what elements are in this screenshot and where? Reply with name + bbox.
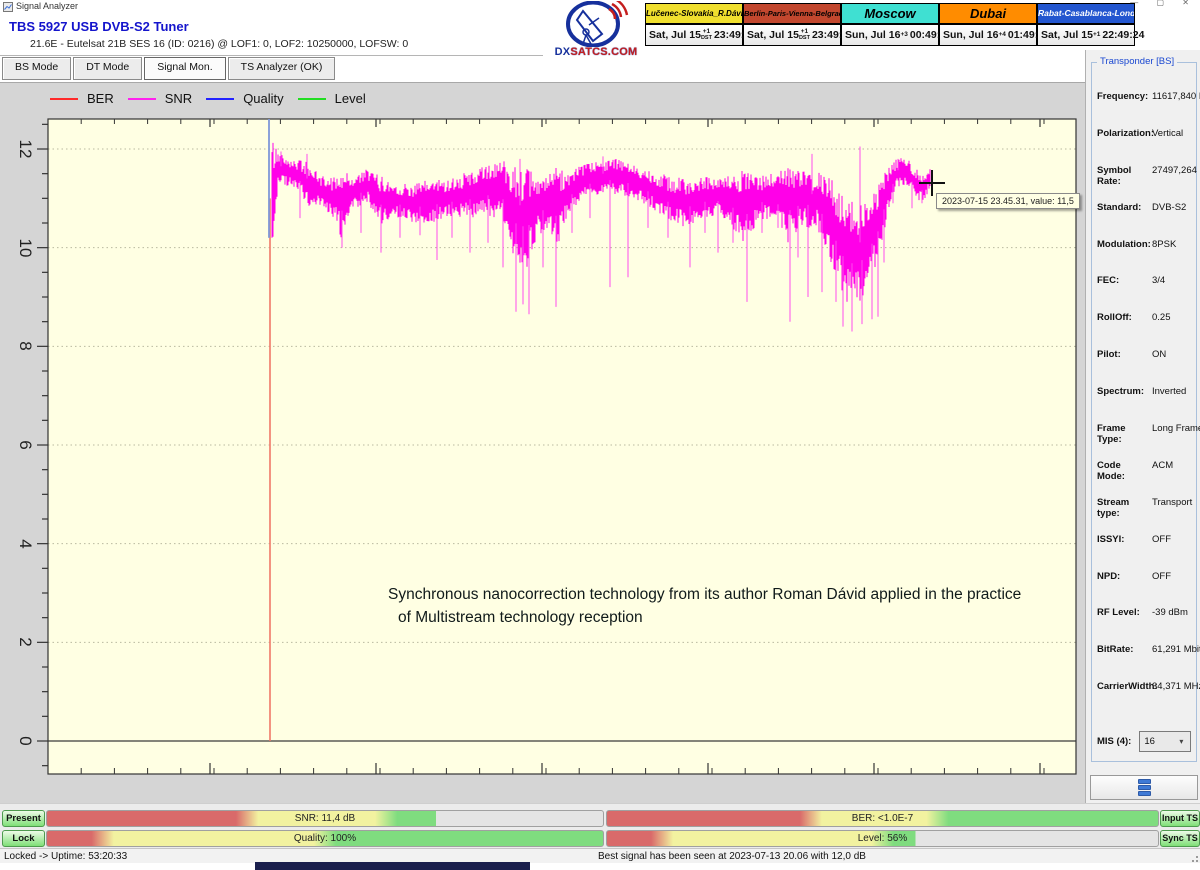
- clock-time: Sat, Jul 15 +1 22:49:24: [1038, 25, 1134, 45]
- app-icon: [3, 2, 13, 12]
- ber-bar: BER: <1.0E-7: [606, 810, 1159, 827]
- tab-ts-analyzer[interactable]: TS Analyzer (OK): [228, 57, 336, 80]
- satellite-dish-icon: [543, 1, 649, 47]
- transponder-panel: Transponder [BS] Frequency:11617,840 MHz…: [1085, 50, 1200, 803]
- stack-icon: [1138, 779, 1151, 797]
- clock-city-label: Rabat-Casablanca-London: [1038, 4, 1134, 25]
- signal-analyzer-window: Signal Analyzer — ▢ ✕ TBS 5927 USB DVB-S…: [0, 0, 1200, 870]
- status-bars-panel: Present SNR: 11,4 dB BER: <1.0E-7 Input …: [0, 803, 1200, 849]
- world-clocks: Lučenec-Slovakia_R.Dávid Sat, Jul 15 +1D…: [645, 3, 1135, 46]
- value-tooltip: 2023-07-15 23.45.31, value: 11,5: [936, 193, 1080, 209]
- clock-city-label: Berlin-Paris-Vienna-Belgrade: [744, 4, 840, 25]
- row-polarization: Polarization:Vertical: [1092, 128, 1196, 165]
- transponder-rows: Frequency:11617,840 MHz Polarization:Ver…: [1092, 91, 1196, 718]
- clock-time: Sun, Jul 16 +4 01:49:24: [940, 25, 1036, 45]
- clock-time: Sun, Jul 16 +3 00:49:24: [842, 25, 938, 45]
- present-badge: Present: [2, 810, 45, 827]
- row-modulation: Modulation:8PSK: [1092, 239, 1196, 276]
- mode-tabs: BS Mode DT Mode Signal Mon. TS Analyzer …: [2, 57, 335, 80]
- lock-uptime-status: Locked -> Uptime: 53:20:33: [4, 851, 127, 862]
- stream-list-button[interactable]: [1090, 775, 1198, 800]
- quality-bar: Quality: 100%: [46, 830, 604, 847]
- row-fec: FEC:3/4: [1092, 275, 1196, 312]
- chevron-down-icon: ▾: [1179, 738, 1186, 745]
- mis-label: MIS (4):: [1097, 736, 1131, 747]
- clock-city-label: Dubai: [940, 4, 1036, 25]
- snr-trend-plot[interactable]: [0, 83, 1085, 804]
- clock-dubai: Dubai Sun, Jul 16 +4 01:49:24: [940, 4, 1038, 45]
- row-pilot: Pilot:ON: [1092, 349, 1196, 386]
- dxsatcs-logo: DXSATCS.COM: [543, 1, 649, 59]
- window-controls[interactable]: — ▢ ✕: [1130, 0, 1197, 7]
- level-bar: Level: 56%: [606, 830, 1159, 847]
- tab-dt-mode[interactable]: DT Mode: [73, 57, 142, 80]
- tuning-info: 21.6E - Eutelsat 21B SES 16 (ID: 0216) @…: [30, 38, 408, 50]
- sync-ts-badge: Sync TS: [1160, 830, 1200, 847]
- clock-city-label: Lučenec-Slovakia_R.Dávid: [646, 4, 742, 25]
- tab-bs-mode[interactable]: BS Mode: [2, 57, 71, 80]
- row-bitrate: BitRate:61,291 Mbit/s: [1092, 644, 1196, 681]
- row-spectrum: Spectrum:Inverted: [1092, 386, 1196, 423]
- statusbar: Locked -> Uptime: 53:20:33 Best signal h…: [0, 848, 1200, 863]
- row-frame-type: Frame Type:Long Frame: [1092, 423, 1196, 460]
- y-axis-tick-label: 0: [15, 736, 35, 745]
- mis-dropdown[interactable]: 16 ▾: [1139, 731, 1191, 752]
- y-axis-tick-label: 2: [15, 638, 35, 647]
- row-frequency: Frequency:11617,840 MHz: [1092, 91, 1196, 128]
- y-axis-tick-label: 4: [15, 539, 35, 548]
- input-ts-badge: Input TS: [1160, 810, 1200, 827]
- clock-city-label: Moscow: [842, 4, 938, 25]
- y-axis-tick-label: 6: [15, 440, 35, 449]
- row-rf-level: RF Level:-39 dBm: [1092, 607, 1196, 644]
- background-window-strip: [255, 862, 530, 870]
- clock-moscow: Moscow Sun, Jul 16 +3 00:49:24: [842, 4, 940, 45]
- tab-signal-mon[interactable]: Signal Mon.: [144, 57, 225, 80]
- clock-rabat: Rabat-Casablanca-London Sat, Jul 15 +1 2…: [1038, 4, 1134, 45]
- y-axis-tick-label: 12: [15, 140, 35, 159]
- clock-berlin: Berlin-Paris-Vienna-Belgrade Sat, Jul 15…: [744, 4, 842, 45]
- clock-time: Sat, Jul 15 +1DST 23:49:24: [646, 25, 742, 45]
- device-title: TBS 5927 USB DVB-S2 Tuner: [9, 19, 189, 34]
- window-title: Signal Analyzer: [16, 1, 78, 11]
- clock-lucenec: Lučenec-Slovakia_R.Dávid Sat, Jul 15 +1D…: [646, 4, 744, 45]
- y-axis-tick-label: 8: [15, 342, 35, 351]
- row-code-mode: Code Mode:ACM: [1092, 460, 1196, 497]
- signal-chart-panel[interactable]: BER SNR Quality Level 024681012 Synchron…: [0, 82, 1085, 804]
- groupbox-title: Transponder [BS]: [1097, 56, 1177, 67]
- crosshair-cursor: [919, 182, 945, 184]
- row-npd: NPD:OFF: [1092, 571, 1196, 608]
- row-symbol-rate: Symbol Rate:27497,264 KS/s: [1092, 165, 1196, 202]
- row-carrier-width: CarrierWidth:34,371 MHz: [1092, 681, 1196, 718]
- resize-grip[interactable]: [1188, 852, 1198, 862]
- header-divider: [0, 55, 543, 56]
- row-rolloff: RollOff:0.25: [1092, 312, 1196, 349]
- y-axis-tick-label: 10: [15, 238, 35, 257]
- chart-annotation: Synchronous nanocorrection technology fr…: [388, 583, 1028, 629]
- snr-bar: SNR: 11,4 dB: [46, 810, 604, 827]
- clock-time: Sat, Jul 15 +1DST 23:49:24: [744, 25, 840, 45]
- logo-text: DXSATCS.COM: [543, 46, 649, 58]
- best-signal-status: Best signal has been seen at 2023-07-13 …: [598, 851, 866, 862]
- row-standard: Standard:DVB-S2: [1092, 202, 1196, 239]
- mis-row: MIS (4): 16 ▾: [1097, 731, 1196, 752]
- row-issyi: ISSYI:OFF: [1092, 534, 1196, 571]
- lock-badge: Lock: [2, 830, 45, 847]
- transponder-groupbox: Transponder [BS] Frequency:11617,840 MHz…: [1091, 62, 1197, 762]
- row-stream-type: Stream type:Transport: [1092, 497, 1196, 534]
